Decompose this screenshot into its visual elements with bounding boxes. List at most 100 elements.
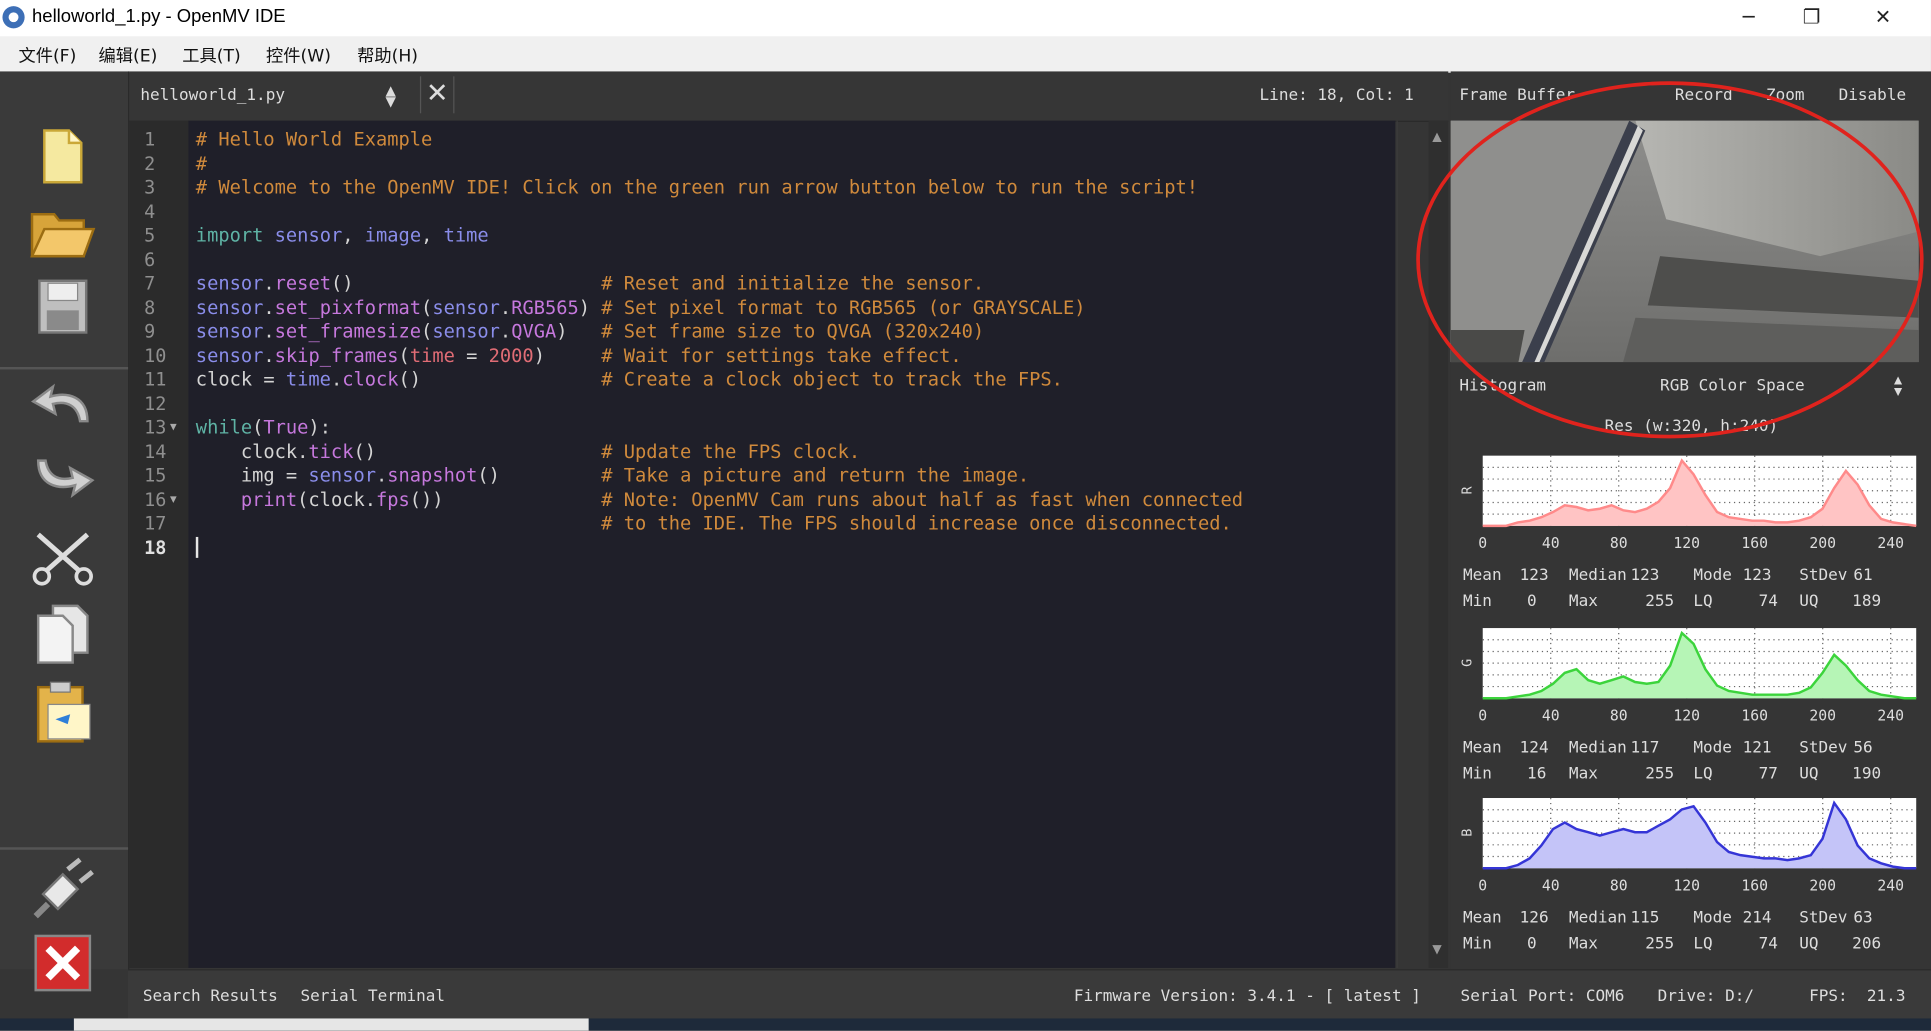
fold-marker-icon[interactable]: ▼ — [170, 493, 177, 505]
minimize-button[interactable]: ─ — [1713, 0, 1784, 37]
right-panel: Frame Buffer Record Zoom Disable Histogr… — [1450, 71, 1931, 970]
stat-value: 0 — [1527, 934, 1537, 954]
histogram-tick: 40 — [1542, 877, 1560, 894]
stat-value: 123 — [1742, 566, 1772, 585]
serial-port: Serial Port: COM6 — [1460, 987, 1625, 1007]
os-taskbar-search[interactable] — [73, 1018, 589, 1031]
stat-label: Mode — [1693, 908, 1732, 928]
line-number: 9 — [144, 320, 156, 343]
histogram-tick: 80 — [1610, 877, 1628, 894]
line-number: 3 — [144, 176, 156, 199]
stat-label: Median — [1568, 738, 1627, 758]
stat-value: 61 — [1853, 566, 1873, 585]
drive-label[interactable]: Drive: D:/ — [1658, 988, 1754, 1006]
histogram-tick: 200 — [1809, 535, 1836, 552]
line-number: 1 — [144, 128, 156, 151]
code-line[interactable]: import sensor, image, time — [196, 224, 489, 246]
toolbar-separator — [0, 366, 129, 370]
firmware-version[interactable]: Firmware Version: 3.4.1 - [ latest ] — [1074, 988, 1421, 1006]
code-line[interactable]: img = sensor.snapshot() # Take a picture… — [196, 464, 1029, 486]
histogram-tick: 80 — [1610, 535, 1628, 552]
code-line[interactable]: # Hello World Example — [196, 128, 432, 150]
line-number: 18 — [144, 536, 167, 559]
channel-label: R — [1460, 485, 1476, 494]
menu-tools[interactable]: 工具(T) — [182, 43, 240, 68]
code-line[interactable]: # Welcome to the OpenMV IDE! Click on th… — [196, 176, 1198, 198]
color-space-arrows-icon[interactable]: ▲ ▼ — [1894, 373, 1902, 398]
code-line[interactable]: clock.tick() # Update the FPS clock. — [196, 440, 860, 462]
stat-value: 123 — [1630, 566, 1660, 585]
disable-button[interactable]: Disable — [1839, 86, 1906, 104]
record-button[interactable]: Record — [1675, 86, 1733, 104]
stat-label: UQ — [1799, 764, 1819, 784]
stat-label: Mean — [1463, 566, 1502, 585]
code-line[interactable]: print(clock.fps()) # Note: OpenMV Cam ru… — [196, 488, 1243, 510]
color-space-select[interactable]: RGB Color Space — [1660, 377, 1805, 395]
stat-label: Min — [1463, 934, 1492, 954]
stat-value: 77 — [1758, 764, 1778, 784]
editor-scrollbar[interactable]: ▲ ▼ — [1428, 120, 1449, 968]
stat-label: Max — [1568, 934, 1598, 954]
stat-label: StDev — [1799, 908, 1848, 928]
line-number: 6 — [144, 248, 156, 271]
stat-value: 63 — [1853, 908, 1873, 928]
fps-label: FPS: 21.3 — [1809, 987, 1906, 1007]
code-line[interactable]: clock = time.clock() # Create a clock ob… — [196, 368, 1063, 390]
scroll-down-icon[interactable]: ▼ — [1432, 943, 1441, 957]
code-line[interactable]: # — [196, 152, 207, 174]
code-editor[interactable]: # Hello World Example # # Welcome to the O… — [188, 120, 1396, 968]
channel-label: G — [1460, 659, 1476, 667]
code-line[interactable]: # to the IDE. The FPS should increase on… — [196, 512, 1232, 534]
copy-icon[interactable] — [27, 603, 98, 667]
menu-edit[interactable]: 编辑(E) — [99, 43, 158, 68]
resolution-label: Res (w:320, h:240) — [1604, 417, 1779, 436]
close-file-button[interactable]: ✕ — [419, 76, 455, 114]
fold-marker-icon[interactable]: ▼ — [170, 421, 177, 433]
code-line[interactable]: sensor.set_framesize(sensor.QVGA) # Set … — [196, 320, 984, 342]
line-number: 13 — [144, 416, 167, 439]
cursor-position: Line: 18, Col: 1 — [1259, 86, 1414, 105]
stat-value: 126 — [1519, 908, 1549, 928]
code-line[interactable]: while(True): — [196, 416, 331, 438]
stat-value: 123 — [1519, 566, 1549, 585]
restore-button[interactable]: ❐ — [1776, 0, 1847, 37]
new-file-icon[interactable] — [27, 128, 98, 192]
stat-value: 56 — [1853, 738, 1873, 758]
file-selector[interactable]: helloworld_1.py ▲ ▼ — [129, 79, 406, 113]
histogram-tick: 80 — [1610, 707, 1628, 724]
stat-label: Mean — [1463, 908, 1502, 928]
cut-icon[interactable] — [27, 530, 98, 594]
histogram-tick: 120 — [1673, 707, 1700, 724]
menu-file[interactable]: 文件(F) — [18, 43, 76, 68]
stat-label: UQ — [1799, 592, 1819, 611]
stat-value: 121 — [1742, 738, 1772, 758]
channel-label: B — [1460, 829, 1476, 837]
serial-terminal-tab[interactable]: Serial Terminal — [300, 988, 445, 1006]
close-window-button[interactable]: ✕ — [1847, 0, 1918, 37]
file-selector-arrows-icon[interactable]: ▲ ▼ — [385, 84, 395, 109]
redo-icon[interactable] — [27, 453, 98, 517]
open-folder-icon[interactable] — [27, 202, 98, 266]
frame-buffer-label: Frame Buffer — [1459, 86, 1575, 105]
line-number: 5 — [144, 224, 156, 247]
undo-icon[interactable] — [27, 379, 98, 443]
scroll-up-icon[interactable]: ▲ — [1432, 131, 1441, 145]
save-icon[interactable] — [27, 278, 98, 342]
connect-icon[interactable] — [27, 857, 98, 921]
stat-label: UQ — [1799, 934, 1819, 954]
search-results-tab[interactable]: Search Results — [143, 988, 278, 1006]
stop-icon[interactable] — [27, 933, 98, 997]
code-line[interactable]: sensor.set_pixformat(sensor.RGB565) # Se… — [196, 296, 1086, 318]
stat-label: Mean — [1463, 738, 1502, 758]
stat-value: 255 — [1645, 592, 1675, 611]
menu-widgets[interactable]: 控件(W) — [266, 43, 331, 68]
line-number-gutter: 1 2 3 4 5 6 7 8 9 10 11 12 13 14 15 16 17 18 ▼ ▼ — [129, 120, 189, 968]
stat-value: 16 — [1527, 764, 1547, 784]
histogram-tick: 240 — [1877, 707, 1904, 724]
stat-label: LQ — [1693, 592, 1713, 611]
code-line[interactable]: sensor.skip_frames(time = 2000) # Wait f… — [196, 344, 962, 366]
paste-icon[interactable] — [27, 680, 98, 744]
code-line[interactable]: sensor.reset() # Reset and initialize th… — [196, 272, 984, 294]
zoom-button[interactable]: Zoom — [1766, 86, 1805, 104]
menu-help[interactable]: 帮助(H) — [357, 43, 418, 68]
